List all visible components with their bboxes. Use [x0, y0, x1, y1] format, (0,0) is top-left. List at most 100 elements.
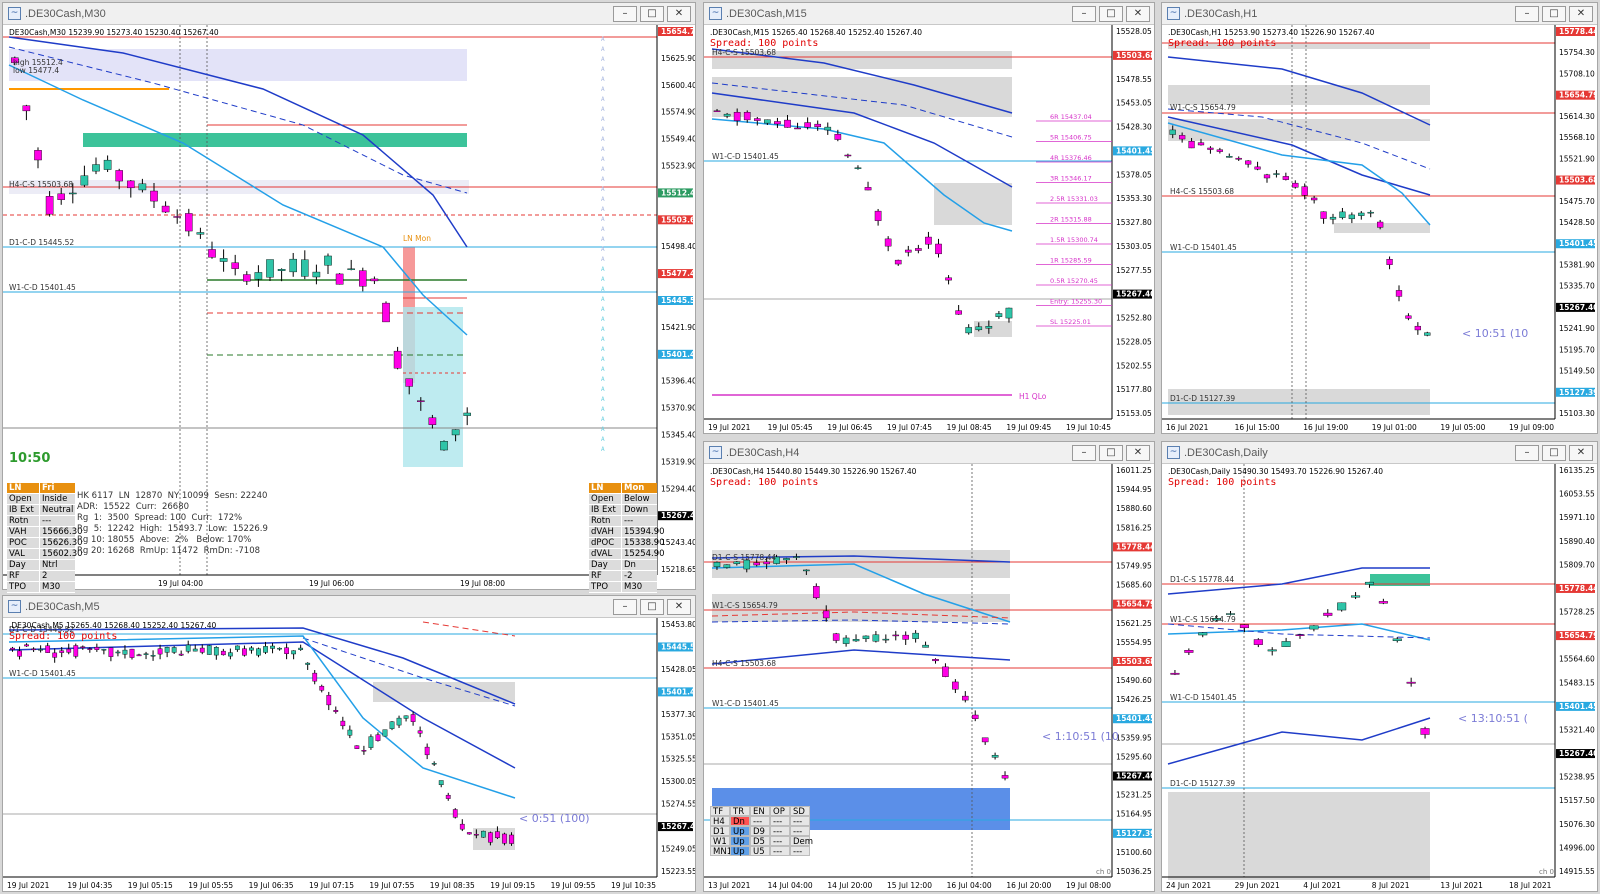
minimize-button[interactable]: –	[1072, 6, 1096, 22]
table-cell: M30	[621, 582, 657, 593]
price-axis-label: 15809.70	[1559, 560, 1595, 569]
candle-body	[231, 262, 239, 269]
tpo-profile-row: A	[601, 46, 605, 53]
close-button[interactable]: ✕	[667, 599, 691, 615]
time-axis-label: 16 Jul 15:00	[1235, 423, 1280, 432]
price-axis-label: 15036.25	[1116, 867, 1152, 876]
table-cell: -2	[621, 571, 657, 582]
chart-window-h4[interactable]: ~ .DE30Cash,H4 – □ ✕ D1-C-S 15778.44 W1-C…	[703, 441, 1155, 892]
candle-body	[382, 729, 388, 737]
candle-body	[410, 714, 416, 722]
candle-body	[312, 271, 321, 278]
window-titlebar[interactable]: ~ .DE30Cash,Daily – □ ✕	[1162, 442, 1597, 464]
price-axis-label: 15428.50	[1559, 218, 1595, 227]
price-axis-label: 15345.40	[661, 431, 695, 440]
window-titlebar[interactable]: ~ .DE30Cash,M15 – □ ✕	[704, 3, 1154, 25]
candle-body	[922, 644, 929, 648]
price-chart[interactable]: D1-C-D 15445.52W1-C-D 15401.4515453.8015…	[3, 618, 695, 891]
table-cell: VAL	[7, 549, 39, 560]
candle-body	[185, 644, 191, 652]
chart-plot-area[interactable]: H4-C-S 15503.68 D1-C-D 15445.52 W1-C-D 154…	[3, 25, 695, 593]
maximize-button[interactable]: □	[640, 599, 664, 615]
chart-window-m30[interactable]: ~ .DE30Cash,M30 – □ ✕ H4-C-S 15503.68 D1-…	[2, 2, 696, 593]
candle-body	[382, 302, 390, 323]
table-cell: ---	[770, 836, 790, 847]
minimize-button[interactable]: –	[613, 599, 637, 615]
price-axis-label: 15503.68	[1116, 657, 1154, 666]
candle-body	[34, 150, 42, 161]
candle-body	[971, 714, 979, 719]
window-titlebar[interactable]: ~ .DE30Cash,M5 – □ ✕	[3, 596, 695, 618]
price-axis-label: 15971.10	[1559, 513, 1595, 522]
chart-plot-area[interactable]: D1-C-S 15778.44 W1-C-S 15654.79 W1-C-D 154…	[1162, 464, 1597, 891]
session-clock: 10:50	[9, 451, 50, 466]
candle-body	[1378, 601, 1388, 604]
tpo-profile-row: A	[601, 326, 605, 333]
chart-plot-area[interactable]: H4-C-S 15503.68 W1-C-D 15401.45 H1 QLo 1552…	[704, 25, 1154, 433]
table-cell: EN	[750, 806, 770, 817]
chart-plot-area[interactable]: D1-C-S 15778.44 W1-C-S 15654.79 H4-C-S 155…	[704, 464, 1154, 891]
candle-body	[164, 647, 170, 653]
candle-body	[1406, 681, 1416, 684]
tpo-profile-row: A	[601, 116, 605, 123]
maximize-button[interactable]: □	[1542, 445, 1566, 461]
chart-window-m15[interactable]: ~ .DE30Cash,M15 – □ ✕ H4-C-S 15503.68 W1-…	[703, 2, 1155, 434]
time-axis-label: 19 Jul 04:35	[67, 881, 112, 890]
chart-window-daily[interactable]: ~ .DE30Cash,Daily – □ ✕ D1-C-S 15778.44 W…	[1161, 441, 1598, 892]
candle-body	[417, 400, 425, 402]
candle-body	[10, 647, 15, 650]
chart-plot-area[interactable]: D1-C-D 15445.52 W1-C-D 15401.45 15453.80 15…	[3, 618, 695, 891]
price-axis-label: 15708.10	[1559, 69, 1595, 78]
candle-body	[171, 647, 177, 653]
close-button[interactable]: ✕	[667, 6, 691, 22]
window-titlebar[interactable]: ~ .DE30Cash,M30 – □ ✕	[3, 3, 695, 25]
fib-label: 3R 15346.17	[1050, 175, 1092, 183]
price-chart[interactable]: D1-C-S 15778.44 W1-C-S 15654.79 W1-C-D 154…	[1162, 464, 1597, 891]
level-label: D1-C-S 15778.44	[712, 553, 776, 562]
close-button[interactable]: ✕	[1569, 6, 1593, 22]
chart-window-h1[interactable]: ~ .DE30Cash,H1 – □ ✕ W1-C-S 15654.79 H4-C…	[1161, 2, 1598, 434]
maximize-icon: □	[1549, 8, 1559, 19]
minimize-button[interactable]: –	[1072, 445, 1096, 461]
maximize-button[interactable]: □	[1542, 6, 1566, 22]
window-titlebar[interactable]: ~ .DE30Cash,H1 – □ ✕	[1162, 3, 1597, 25]
minimize-button[interactable]: –	[1515, 6, 1539, 22]
price-chart[interactable]: H4-C-S 15503.68 W1-C-D 15401.45 H1 QLo 1552…	[704, 25, 1154, 433]
tpo-profile-row: A	[601, 446, 605, 453]
candle-body	[904, 249, 912, 253]
table-cell: Neutral	[39, 505, 75, 516]
tpo-profile-row: A	[601, 86, 605, 93]
close-button[interactable]: ✕	[1126, 445, 1150, 461]
table-row: POC 15626.30	[7, 538, 83, 549]
chart-window-m5[interactable]: ~ .DE30Cash,M5 – □ ✕ D1-C-D 15445.52 W1-C…	[2, 595, 696, 892]
candle-body	[291, 650, 297, 655]
table-row: RF 2	[7, 571, 75, 582]
tpo-profile-row: A	[601, 276, 605, 283]
candle-body	[981, 737, 989, 743]
maximize-button[interactable]: □	[1099, 445, 1123, 461]
chart-plot-area[interactable]: W1-C-S 15654.79 H4-C-S 15503.68 W1-C-D 154…	[1162, 25, 1597, 433]
tpo-profile-row: A	[601, 176, 605, 183]
price-axis-label: 15568.10	[1559, 133, 1595, 142]
price-axis-label: 15426.25	[1116, 695, 1152, 704]
maximize-button[interactable]: □	[1099, 6, 1123, 22]
window-titlebar[interactable]: ~ .DE30Cash,H4 – □ ✕	[704, 442, 1154, 464]
candle-body	[31, 648, 36, 651]
close-button[interactable]: ✕	[1569, 445, 1593, 461]
price-axis-label: 15100.60	[1116, 848, 1152, 857]
minimize-button[interactable]: –	[1515, 445, 1539, 461]
close-icon: ✕	[674, 8, 684, 19]
maximize-button[interactable]: □	[640, 6, 664, 22]
candle-body	[417, 730, 423, 734]
price-axis-label: 15880.60	[1116, 504, 1152, 513]
fib-label: Entry: 15255.30	[1050, 298, 1102, 306]
price-chart[interactable]: W1-C-S 15654.79 H4-C-S 15503.68 W1-C-D 154…	[1162, 25, 1597, 433]
price-axis-label: 15353.30	[1116, 194, 1152, 203]
table-row: TPO M30	[589, 582, 657, 593]
time-axis-label: 19 Jul 04:00	[158, 579, 203, 588]
table-row: VAL 15602.30	[7, 549, 83, 560]
close-button[interactable]: ✕	[1126, 6, 1150, 22]
minimize-button[interactable]: –	[613, 6, 637, 22]
candle-body	[813, 586, 820, 598]
candle-body	[995, 313, 1003, 317]
